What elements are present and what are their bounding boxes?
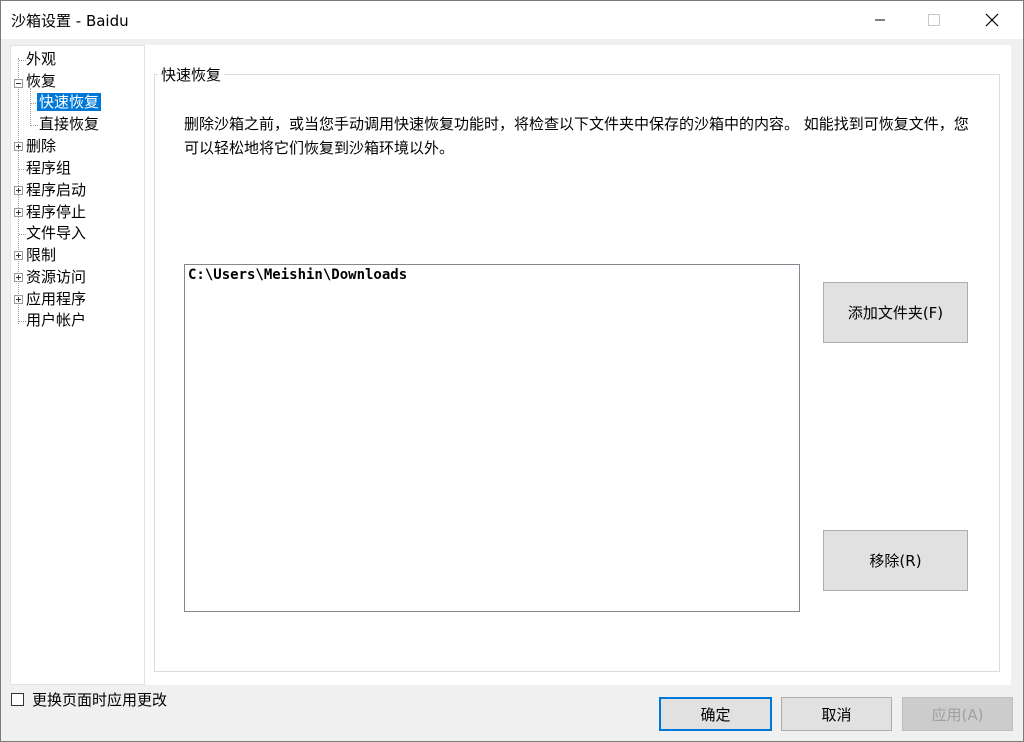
group-label: 快速恢复 xyxy=(158,64,225,85)
tree-connector xyxy=(19,321,26,322)
window-title: 沙箱设置 - Baidu xyxy=(11,12,129,30)
tree-item-delete[interactable]: 删除 xyxy=(26,136,56,157)
tree-item-label: 快速恢复 xyxy=(37,93,102,111)
tree-item-resource-access[interactable]: 资源访问 xyxy=(26,267,86,288)
tree-item-label: 程序启动 xyxy=(26,181,87,199)
apply-button: 应用(A) xyxy=(902,697,1013,731)
tree-item-label: 程序组 xyxy=(26,159,72,177)
tree-item-label: 文件导入 xyxy=(26,224,87,242)
collapse-icon[interactable] xyxy=(14,79,23,88)
tree-item-immediate-recovery[interactable]: 直接恢复 xyxy=(39,114,99,135)
tree-item-label: 直接恢复 xyxy=(39,115,100,133)
close-icon xyxy=(985,13,999,27)
tree-item-quick-recovery[interactable]: 快速恢复 xyxy=(37,92,102,113)
tree-item-program-stop[interactable]: 程序停止 xyxy=(26,202,86,223)
settings-tree[interactable]: 外观 恢复 快速恢复 直接恢复 删除 程序组 程序启动 程序停止 文件导入 限制… xyxy=(10,45,145,685)
tree-connector xyxy=(19,60,26,61)
minimize-icon xyxy=(875,19,885,21)
folder-list[interactable]: C:\Users\Meishin\Downloads xyxy=(184,264,800,612)
cancel-button[interactable]: 取消 xyxy=(781,697,892,731)
remove-button[interactable]: 移除(R) xyxy=(823,530,968,591)
tree-item-program-groups[interactable]: 程序组 xyxy=(26,158,71,179)
tree-connector xyxy=(31,125,38,126)
title-bar[interactable]: 沙箱设置 - Baidu xyxy=(1,1,1023,39)
list-item[interactable]: C:\Users\Meishin\Downloads xyxy=(188,266,407,284)
expand-icon[interactable] xyxy=(14,208,23,217)
expand-icon[interactable] xyxy=(14,186,23,195)
expand-icon[interactable] xyxy=(14,142,23,151)
close-button[interactable] xyxy=(969,1,1015,39)
tree-item-label: 限制 xyxy=(26,246,57,264)
tree-item-label: 外观 xyxy=(26,50,57,68)
tree-item-label: 用户帐户 xyxy=(26,311,87,329)
tree-connector xyxy=(30,88,31,126)
tree-item-appearance[interactable]: 外观 xyxy=(26,49,56,70)
apply-on-change-label: 更换页面时应用更改 xyxy=(32,691,168,709)
maximize-icon xyxy=(928,14,940,26)
tree-item-label: 资源访问 xyxy=(26,268,87,286)
maximize-button xyxy=(911,1,957,39)
expand-icon[interactable] xyxy=(14,295,23,304)
ok-button[interactable]: 确定 xyxy=(659,697,772,731)
tree-item-program-start[interactable]: 程序启动 xyxy=(26,180,86,201)
add-folder-button[interactable]: 添加文件夹(F) xyxy=(823,282,968,343)
tree-item-restrictions[interactable]: 限制 xyxy=(26,245,56,266)
tree-item-label: 程序停止 xyxy=(26,203,87,221)
expand-icon[interactable] xyxy=(14,251,23,260)
tree-item-applications[interactable]: 应用程序 xyxy=(26,289,86,310)
expand-icon[interactable] xyxy=(14,273,23,282)
tree-item-user-accounts[interactable]: 用户帐户 xyxy=(26,310,86,331)
tree-item-label: 应用程序 xyxy=(26,290,87,308)
apply-on-change-checkbox[interactable] xyxy=(11,693,24,706)
tree-connector xyxy=(19,234,26,235)
description-text: 删除沙箱之前，或当您手动调用快速恢复功能时，将检查以下文件夹中保存的沙箱中的内容… xyxy=(184,115,969,157)
apply-on-change-option[interactable]: 更换页面时应用更改 xyxy=(11,689,167,710)
tree-connector xyxy=(19,169,26,170)
tree-item-label: 删除 xyxy=(26,137,57,155)
tree-item-file-migration[interactable]: 文件导入 xyxy=(26,223,86,244)
tree-item-recovery[interactable]: 恢复 xyxy=(26,71,56,92)
minimize-button[interactable] xyxy=(857,1,903,39)
tree-item-label: 恢复 xyxy=(26,72,57,90)
